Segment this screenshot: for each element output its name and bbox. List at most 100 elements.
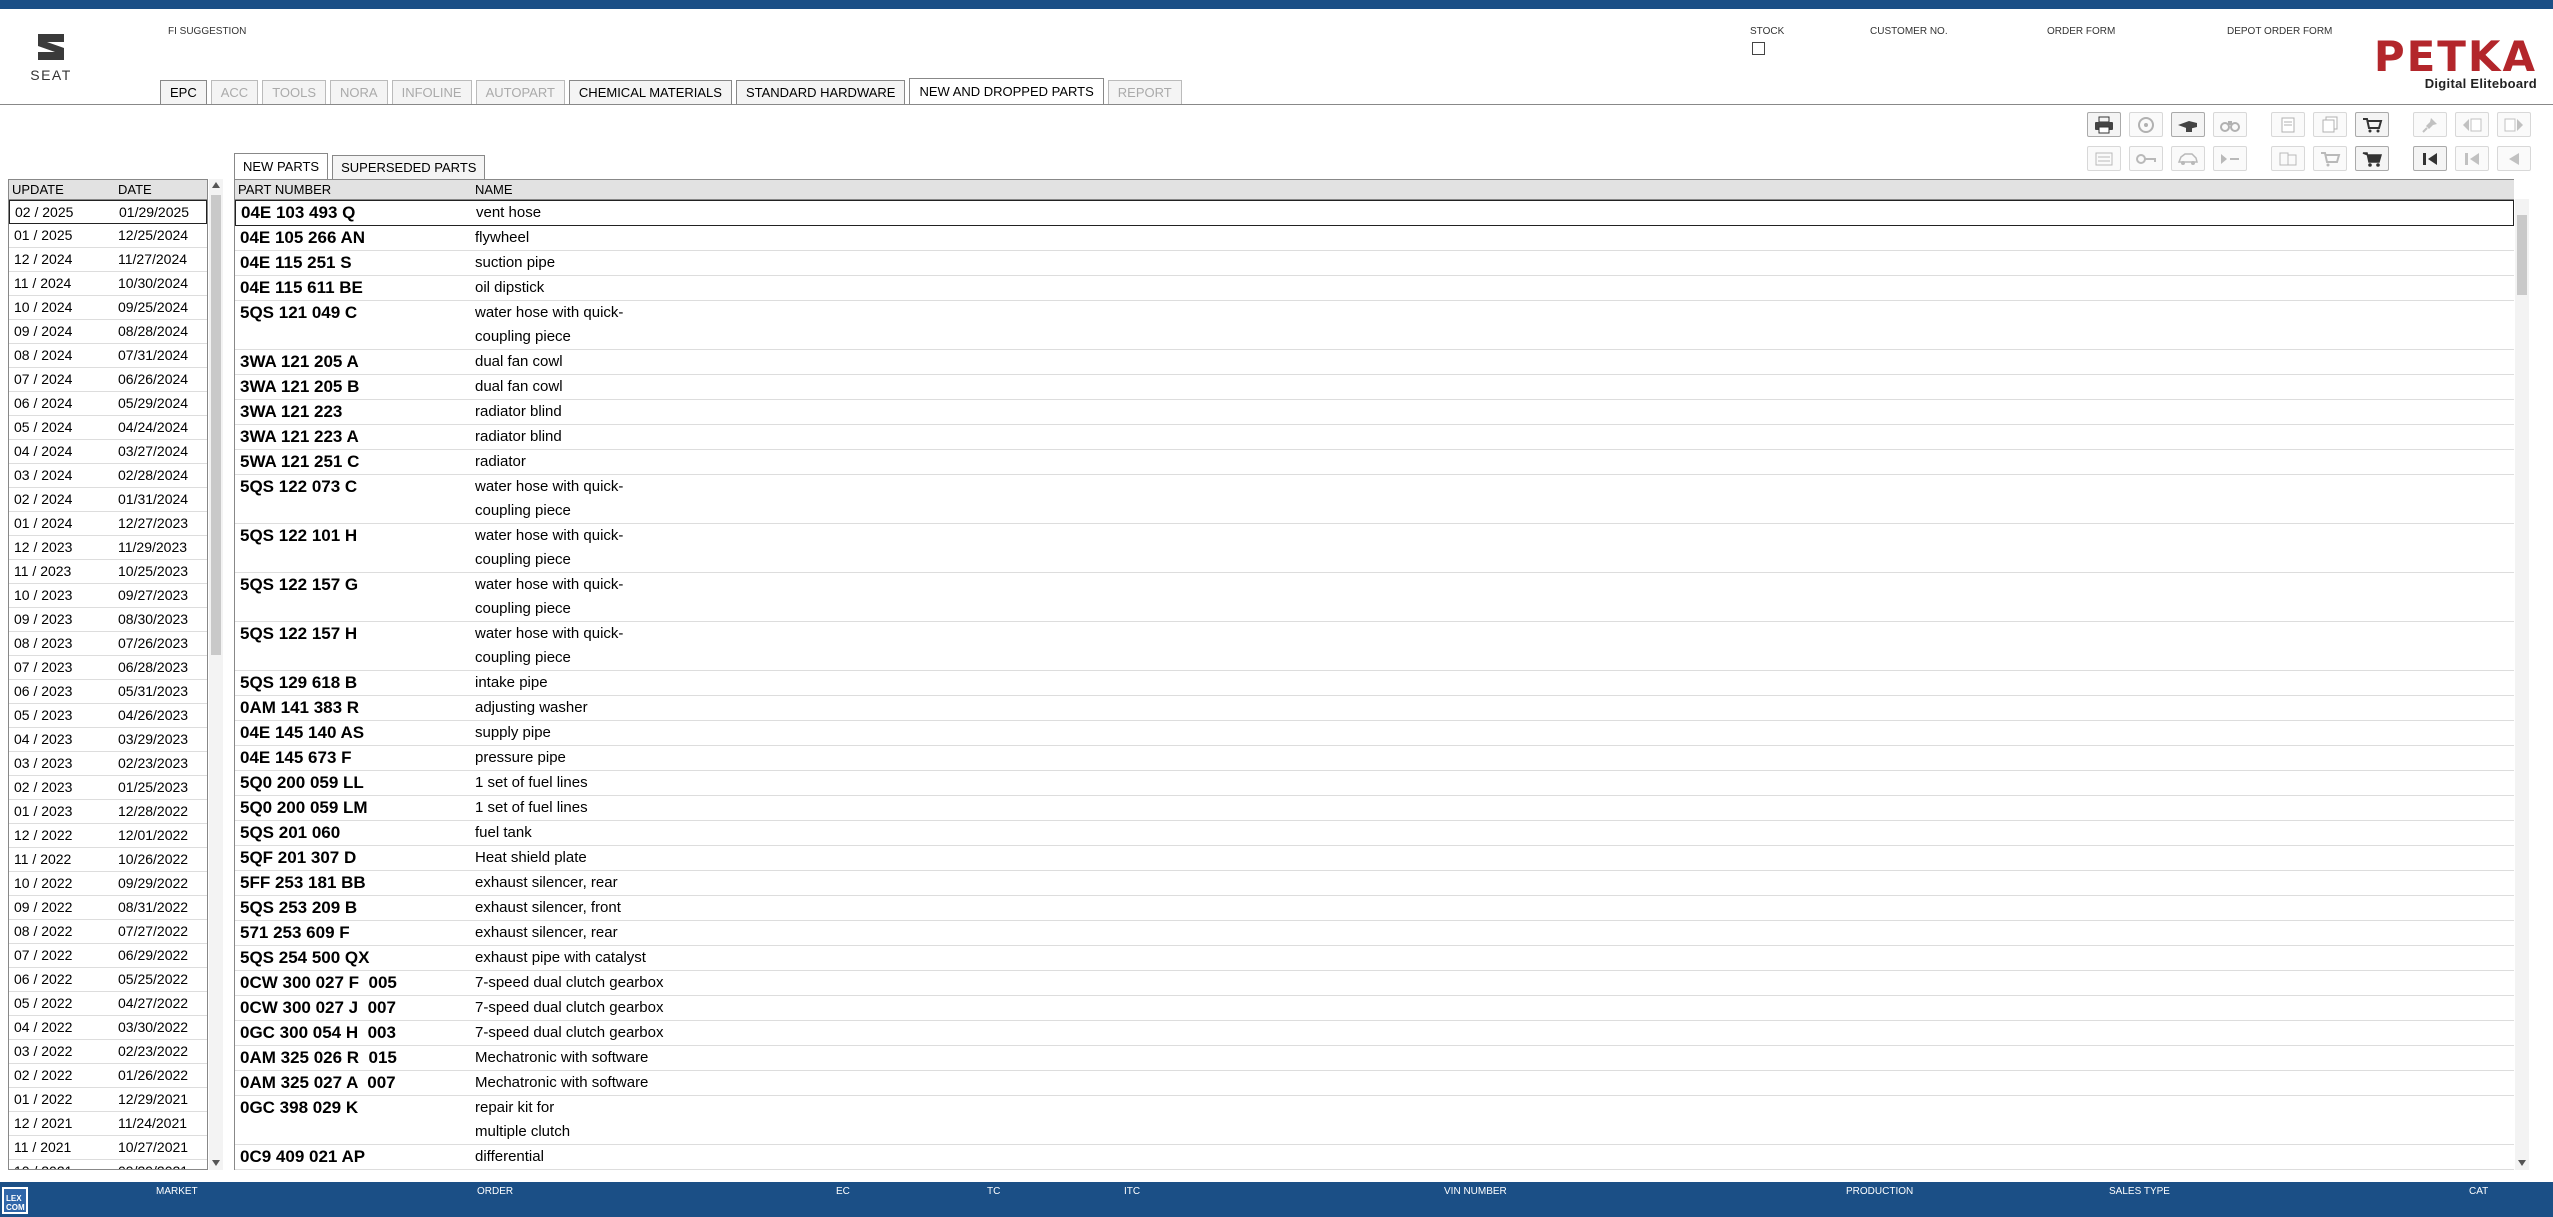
table-row[interactable]: 06 / 2024 05/29/2024 bbox=[9, 392, 207, 416]
cart-button[interactable] bbox=[2355, 146, 2389, 171]
tab-report[interactable]: REPORT bbox=[1107, 80, 1182, 104]
update-list-scrollbar[interactable] bbox=[209, 179, 223, 1170]
table-row[interactable]: 05 / 2023 04/26/2023 bbox=[9, 704, 207, 728]
table-row[interactable]: 08 / 2022 07/27/2022 bbox=[9, 920, 207, 944]
table-row[interactable]: 5QS 122 157 H water hose with quick- coup… bbox=[235, 622, 2514, 671]
previous-first-button[interactable] bbox=[2455, 146, 2489, 171]
table-row[interactable]: 01 / 2025 12/25/2024 bbox=[9, 224, 207, 248]
date-column-header[interactable]: DATE bbox=[118, 180, 152, 199]
table-row[interactable]: 07 / 2022 06/29/2022 bbox=[9, 944, 207, 968]
table-row[interactable]: 0GC 398 029 K repair kit for multiple clu… bbox=[235, 1096, 2514, 1145]
table-row[interactable]: 5QS 129 618 B intake pipe bbox=[235, 671, 2514, 696]
list-button[interactable] bbox=[2087, 146, 2121, 171]
table-row[interactable]: 09 / 2024 08/28/2024 bbox=[9, 320, 207, 344]
table-row[interactable]: 0GC 300 054 H 003 7-speed dual clutch gea… bbox=[235, 1021, 2514, 1046]
table-row[interactable]: 11 / 2022 10/26/2022 bbox=[9, 848, 207, 872]
table-row[interactable]: 12 / 2021 11/24/2021 bbox=[9, 1112, 207, 1136]
table-row[interactable]: 02 / 2024 01/31/2024 bbox=[9, 488, 207, 512]
table-row[interactable]: 12 / 2023 11/29/2023 bbox=[9, 536, 207, 560]
table-row[interactable]: 04E 115 251 S suction pipe bbox=[235, 251, 2514, 276]
table-row[interactable]: 01 / 2023 12/28/2022 bbox=[9, 800, 207, 824]
scrollbar-thumb[interactable] bbox=[211, 195, 221, 655]
table-row[interactable]: 07 / 2024 06/26/2024 bbox=[9, 368, 207, 392]
scroll-down-icon[interactable] bbox=[212, 1160, 220, 1166]
first-page-button[interactable] bbox=[2413, 146, 2447, 171]
table-row[interactable]: 04E 115 611 BE oil dipstick bbox=[235, 276, 2514, 301]
table-row[interactable]: 12 / 2024 11/27/2024 bbox=[9, 248, 207, 272]
print-button[interactable] bbox=[2087, 112, 2121, 137]
table-row[interactable]: 10 / 2022 09/29/2022 bbox=[9, 872, 207, 896]
key-button[interactable] bbox=[2129, 146, 2163, 171]
table-row[interactable]: 02 / 2023 01/25/2023 bbox=[9, 776, 207, 800]
document-stack-button[interactable] bbox=[2313, 112, 2347, 137]
table-row[interactable]: 09 / 2023 08/30/2023 bbox=[9, 608, 207, 632]
tab-tools[interactable]: TOOLS bbox=[262, 80, 327, 104]
table-row[interactable]: 5Q0 200 059 LL 1 set of fuel lines bbox=[235, 771, 2514, 796]
table-row[interactable]: 0AM 325 027 A 007 Mechatronic with softwa… bbox=[235, 1071, 2514, 1096]
table-row[interactable]: 09 / 2022 08/31/2022 bbox=[9, 896, 207, 920]
edit-cart-button[interactable] bbox=[2313, 146, 2347, 171]
table-row[interactable]: 04 / 2024 03/27/2024 bbox=[9, 440, 207, 464]
document-button[interactable] bbox=[2271, 112, 2305, 137]
binoculars-button[interactable] bbox=[2213, 112, 2247, 137]
cart-transfer-button[interactable] bbox=[2355, 112, 2389, 137]
table-row[interactable]: 5QF 201 307 D Heat shield plate bbox=[235, 846, 2514, 871]
table-row[interactable]: 03 / 2023 02/23/2023 bbox=[9, 752, 207, 776]
table-row[interactable]: 5QS 121 049 C water hose with quick- coup… bbox=[235, 301, 2514, 350]
table-row[interactable]: 06 / 2023 05/31/2023 bbox=[9, 680, 207, 704]
stock-checkbox[interactable] bbox=[1752, 42, 1765, 55]
table-row[interactable]: 10 / 2024 09/25/2024 bbox=[9, 296, 207, 320]
table-row[interactable]: 04E 105 266 AN flywheel bbox=[235, 226, 2514, 251]
table-row[interactable]: 3WA 121 205 A dual fan cowl bbox=[235, 350, 2514, 375]
tab-new-parts[interactable]: NEW PARTS bbox=[234, 153, 329, 180]
table-row[interactable]: 5QS 122 073 C water hose with quick- coup… bbox=[235, 475, 2514, 524]
tab-infoline[interactable]: INFOLINE bbox=[391, 80, 472, 104]
disc-button[interactable] bbox=[2129, 112, 2163, 137]
table-row[interactable]: 12 / 2022 12/01/2022 bbox=[9, 824, 207, 848]
table-row[interactable]: 02 / 2022 01/26/2022 bbox=[9, 1064, 207, 1088]
car-button[interactable] bbox=[2171, 146, 2205, 171]
tab-acc[interactable]: ACC bbox=[210, 80, 259, 104]
table-row[interactable]: 5QS 254 500 QX exhaust pipe with catalyst bbox=[235, 946, 2514, 971]
part-number-column-header[interactable]: PART NUMBER bbox=[235, 180, 475, 199]
table-row[interactable]: 571 253 609 F exhaust silencer, rear bbox=[235, 921, 2514, 946]
table-row[interactable]: 3WA 121 223 radiator blind bbox=[235, 400, 2514, 425]
table-row[interactable]: 06 / 2022 05/25/2022 bbox=[9, 968, 207, 992]
table-row[interactable]: 05 / 2022 04/27/2022 bbox=[9, 992, 207, 1016]
table-row[interactable]: 0CW 300 027 F 005 7-speed dual clutch gea… bbox=[235, 971, 2514, 996]
table-row[interactable]: 5QS 122 157 G water hose with quick- coup… bbox=[235, 573, 2514, 622]
previous-button[interactable] bbox=[2497, 146, 2531, 171]
tab-standard-hardware[interactable]: STANDARD HARDWARE bbox=[735, 80, 906, 104]
pointing-hand-button[interactable] bbox=[2171, 112, 2205, 137]
scrollbar-thumb[interactable] bbox=[2517, 215, 2527, 295]
table-row[interactable]: 04E 145 140 AS supply pipe bbox=[235, 721, 2514, 746]
tab-chemical-materials[interactable]: CHEMICAL MATERIALS bbox=[568, 80, 732, 104]
table-row[interactable]: 04 / 2023 03/29/2023 bbox=[9, 728, 207, 752]
table-row[interactable]: 5WA 121 251 C radiator bbox=[235, 450, 2514, 475]
back-page-button[interactable] bbox=[2455, 112, 2489, 137]
scroll-down-icon[interactable] bbox=[2518, 1160, 2526, 1166]
copy-button[interactable] bbox=[2271, 146, 2305, 171]
name-column-header[interactable]: NAME bbox=[475, 180, 513, 199]
table-row[interactable]: 0CW 300 027 J 007 7-speed dual clutch gea… bbox=[235, 996, 2514, 1021]
forward-page-button[interactable] bbox=[2497, 112, 2531, 137]
tab-nora[interactable]: NORA bbox=[330, 80, 388, 104]
tab-new-and-dropped-parts[interactable]: NEW AND DROPPED PARTS bbox=[909, 78, 1104, 105]
table-row[interactable]: 04E 103 493 Q vent hose bbox=[235, 200, 2514, 226]
table-row[interactable]: 0AM 325 026 R 015 Mechatronic with softwa… bbox=[235, 1046, 2514, 1071]
tab-autopart[interactable]: AUTOPART bbox=[475, 80, 565, 104]
table-row[interactable]: 07 / 2023 06/28/2023 bbox=[9, 656, 207, 680]
table-row[interactable]: 0C9 409 021 AP differential bbox=[235, 1145, 2514, 1170]
table-row[interactable]: 5QS 201 060 fuel tank bbox=[235, 821, 2514, 846]
table-row[interactable]: 3WA 121 223 A radiator blind bbox=[235, 425, 2514, 450]
scroll-up-icon[interactable] bbox=[212, 182, 220, 188]
table-row[interactable]: 03 / 2024 02/28/2024 bbox=[9, 464, 207, 488]
table-row[interactable]: 04E 145 673 F pressure pipe bbox=[235, 746, 2514, 771]
table-row[interactable]: 10 / 2023 09/27/2023 bbox=[9, 584, 207, 608]
update-column-header[interactable]: UPDATE bbox=[9, 180, 118, 199]
pin-button[interactable] bbox=[2413, 112, 2447, 137]
table-row[interactable]: 11 / 2024 10/30/2024 bbox=[9, 272, 207, 296]
table-row[interactable]: 04 / 2022 03/30/2022 bbox=[9, 1016, 207, 1040]
table-row[interactable]: 5Q0 200 059 LM 1 set of fuel lines bbox=[235, 796, 2514, 821]
table-row[interactable]: 0AM 141 383 R adjusting washer bbox=[235, 696, 2514, 721]
